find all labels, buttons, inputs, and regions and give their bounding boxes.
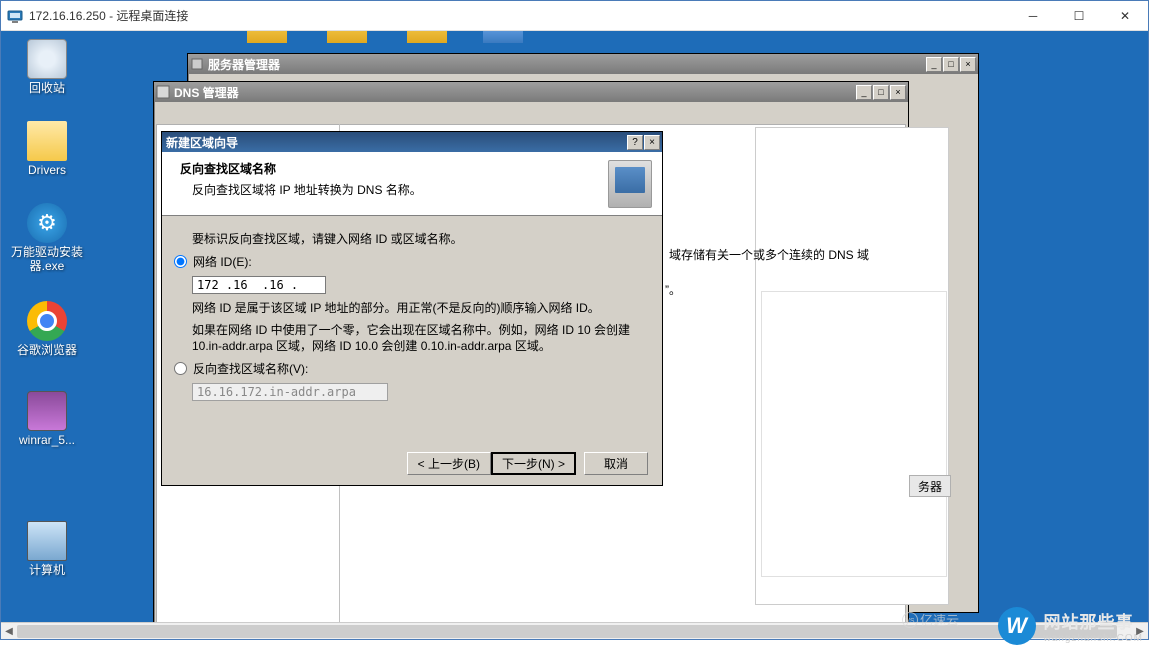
maximize-button[interactable]: □: [943, 57, 959, 72]
new-zone-wizard: 新建区域向导 ? × 反向查找区域名称 反向查找区域将 IP 地址转换为 DNS…: [161, 131, 663, 486]
wizard-heading: 反向查找区域名称: [180, 160, 608, 177]
wizard-titlebar[interactable]: 新建区域向导 ? ×: [162, 132, 662, 152]
wizard-subheading: 反向查找区域将 IP 地址转换为 DNS 名称。: [192, 181, 608, 198]
radio-zone-name-row: 反向查找区域名称(V):: [174, 360, 632, 377]
remote-desktop[interactable]: 回收站 Drivers ⚙ 万能驱动安装器.exe 谷歌浏览器 winrar_5…: [1, 31, 1148, 639]
icon-label: winrar_5...: [9, 433, 85, 447]
wizard-footer: < 上一步(B) 下一步(N) > 取消: [407, 452, 648, 475]
server-button[interactable]: 务器: [909, 475, 951, 497]
computer-icon: [27, 521, 67, 561]
radio-zone-label[interactable]: 反向查找区域名称(V):: [193, 360, 308, 377]
maximize-button[interactable]: □: [873, 85, 889, 100]
titlebar[interactable]: DNS 管理器 _ □ ×: [154, 82, 908, 102]
right-inner-panel: [761, 291, 947, 577]
maximize-button[interactable]: ☐: [1056, 1, 1102, 31]
watermark-logo: W: [998, 607, 1036, 645]
winrar-icon: [27, 391, 67, 431]
partial-icon: [327, 31, 367, 43]
close-button[interactable]: ×: [960, 57, 976, 72]
close-button[interactable]: ×: [890, 85, 906, 100]
gear-icon: ⚙: [27, 203, 67, 243]
rdp-title: 172.16.16.250 - 远程桌面连接: [29, 7, 1010, 24]
note-2: 如果在网络 ID 中使用了一个零，它会出现在区域名称中。例如，网络 ID 10 …: [192, 322, 632, 354]
cancel-button[interactable]: 取消: [584, 452, 648, 475]
radio-network-id-row: 网络 ID(E):: [174, 253, 632, 270]
minimize-button[interactable]: ─: [1010, 1, 1056, 31]
watermark-yisuyun: ys亿速云: [902, 610, 959, 629]
close-button[interactable]: ✕: [1102, 1, 1148, 31]
help-button[interactable]: ?: [627, 135, 643, 150]
icon-label: 万能驱动安装器.exe: [9, 245, 85, 273]
wizard-body: 要标识反向查找区域，请键入网络 ID 或区域名称。 网络 ID(E): 网络 I…: [162, 216, 662, 409]
desktop-icon-recycle[interactable]: 回收站: [9, 39, 85, 95]
network-id-input[interactable]: [192, 276, 326, 294]
folder-icon: [27, 121, 67, 161]
server-icon: [190, 57, 204, 71]
partial-icon: [247, 31, 287, 43]
dns-icon: [156, 85, 170, 99]
rdp-window: 172.16.16.250 - 远程桌面连接 ─ ☐ ✕ 回收站 Drivers…: [0, 0, 1149, 640]
watermark-text: 亿速云: [920, 610, 959, 629]
dns-description: 域存储有关一个或多个连续的 DNS 域: [669, 247, 929, 263]
next-button[interactable]: 下一步(N) >: [491, 452, 576, 475]
watermark: W 网站那些事 wangzhanshi.COM: [998, 607, 1143, 645]
rdp-icon: [7, 8, 23, 24]
wizard-title: 新建区域向导: [164, 134, 626, 151]
dns-description-2: ”。: [665, 281, 681, 298]
watermark-sub: wangzhanshi.COM: [1044, 633, 1143, 644]
close-button[interactable]: ×: [644, 135, 660, 150]
desktop-icon-computer[interactable]: 计算机: [9, 521, 85, 577]
minimize-button[interactable]: _: [856, 85, 872, 100]
radio-network-id[interactable]: [174, 255, 187, 268]
desktop-icon-chrome[interactable]: 谷歌浏览器: [9, 301, 85, 357]
icon-label: Drivers: [9, 163, 85, 177]
zone-name-input: [192, 383, 388, 401]
minimize-button[interactable]: _: [926, 57, 942, 72]
partial-icon: [407, 31, 447, 43]
desktop-icon-drivers[interactable]: Drivers: [9, 121, 85, 177]
partial-icon: [483, 31, 523, 43]
chrome-icon: [27, 301, 67, 341]
wizard-intro: 要标识反向查找区域，请键入网络 ID 或区域名称。: [192, 230, 632, 247]
horizontal-scrollbar[interactable]: ◀ ▶: [1, 622, 1148, 639]
title-text: DNS 管理器: [174, 84, 856, 101]
wizard-header: 反向查找区域名称 反向查找区域将 IP 地址转换为 DNS 名称。: [162, 152, 662, 216]
desktop-icon-wandrv[interactable]: ⚙ 万能驱动安装器.exe: [9, 203, 85, 273]
desktop-icon-winrar[interactable]: winrar_5...: [9, 391, 85, 447]
icon-label: 回收站: [9, 81, 85, 95]
scroll-left-arrow[interactable]: ◀: [1, 623, 17, 639]
watermark-title: 网站那些事: [1044, 608, 1143, 633]
icon-label: 谷歌浏览器: [9, 343, 85, 357]
server-image: [608, 160, 652, 208]
recycle-icon: [27, 39, 67, 79]
radio-network-label[interactable]: 网络 ID(E):: [193, 253, 252, 270]
radio-zone-name[interactable]: [174, 362, 187, 375]
note-1: 网络 ID 是属于该区域 IP 地址的部分。用正常(不是反向的)顺序输入网络 I…: [192, 300, 632, 316]
icon-label: 计算机: [9, 563, 85, 577]
titlebar[interactable]: 服务器管理器 _ □ ×: [188, 54, 978, 74]
back-button[interactable]: < 上一步(B): [407, 452, 491, 475]
rdp-titlebar[interactable]: 172.16.16.250 - 远程桌面连接 ─ ☐ ✕: [1, 1, 1148, 31]
title-text: 服务器管理器: [208, 56, 926, 73]
